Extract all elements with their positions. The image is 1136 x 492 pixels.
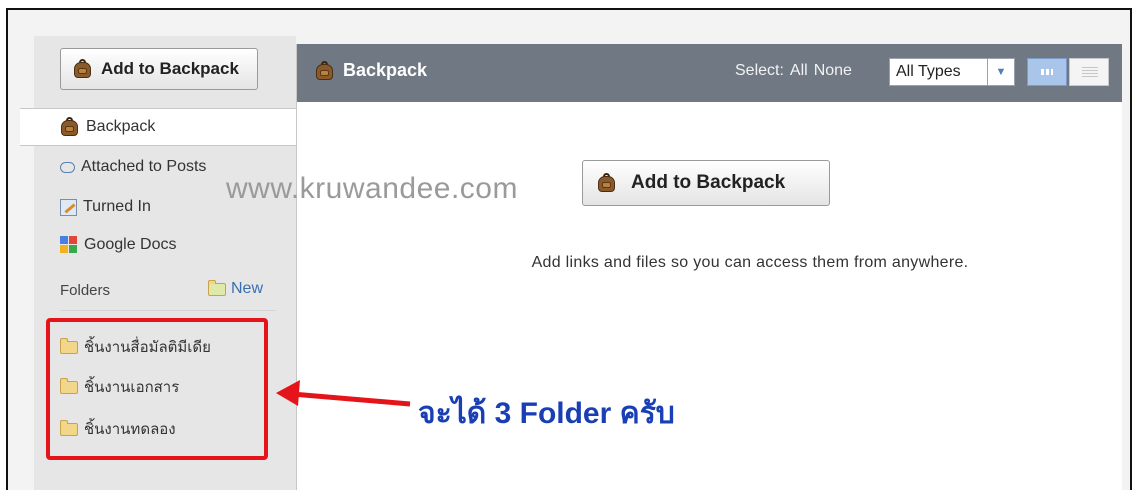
- select-label: Select:: [735, 62, 784, 79]
- select-all-link[interactable]: All: [790, 62, 808, 80]
- page-title: Backpack: [343, 60, 428, 80]
- sidebar-item-label: Attached to Posts: [81, 158, 207, 175]
- grid-view-button[interactable]: [1027, 58, 1067, 86]
- sidebar-item-backpack[interactable]: Backpack: [20, 108, 298, 146]
- new-folder-label: New: [231, 280, 264, 297]
- backpack-icon: [60, 117, 80, 137]
- sidebar-item-google-docs[interactable]: Google Docs: [34, 226, 296, 264]
- google-docs-icon: [60, 236, 78, 254]
- type-filter-value: All Types: [896, 63, 961, 80]
- page-title-group: Backpack: [315, 60, 427, 81]
- sidebar-item-label: Backpack: [86, 118, 156, 135]
- type-filter-select[interactable]: All Types ▼: [889, 58, 1015, 86]
- backpack-icon: [73, 59, 93, 79]
- list-view-icon: [1082, 67, 1098, 77]
- list-view-button[interactable]: [1069, 58, 1109, 86]
- sidebar-item-label: Google Docs: [84, 236, 177, 253]
- select-controls: Select: All None: [735, 62, 852, 80]
- annotation-text: จะได้ 3 Folder ครับ: [418, 397, 675, 430]
- grid-view-icon: [1041, 69, 1053, 75]
- sidebar-add-to-backpack-button[interactable]: Add to Backpack: [60, 48, 258, 90]
- chat-bubble-icon: [60, 161, 75, 173]
- backpack-icon: [315, 60, 335, 81]
- main-add-to-backpack-button[interactable]: Add to Backpack: [582, 160, 830, 206]
- folders-heading: Folders: [60, 282, 111, 299]
- empty-state-message: Add links and files so you can access th…: [531, 254, 969, 271]
- add-to-backpack-label: Add to Backpack: [101, 59, 239, 78]
- new-folder-icon: [208, 279, 226, 296]
- folders-highlight-box: [46, 318, 268, 460]
- watermark-text: www.kruwandee.com: [226, 172, 518, 205]
- annotation-arrow-icon: [276, 380, 411, 407]
- backpack-icon: [597, 173, 617, 193]
- new-folder-button[interactable]: New: [208, 279, 264, 298]
- chevron-down-icon: ▼: [987, 59, 1014, 85]
- add-to-backpack-label: Add to Backpack: [631, 172, 786, 193]
- sidebar-item-label: Turned In: [83, 198, 151, 215]
- select-none-link[interactable]: None: [814, 62, 852, 80]
- main-header: Backpack Select: All None All Types ▼: [297, 44, 1122, 102]
- turned-in-icon: [60, 198, 77, 216]
- folders-divider: [60, 310, 276, 311]
